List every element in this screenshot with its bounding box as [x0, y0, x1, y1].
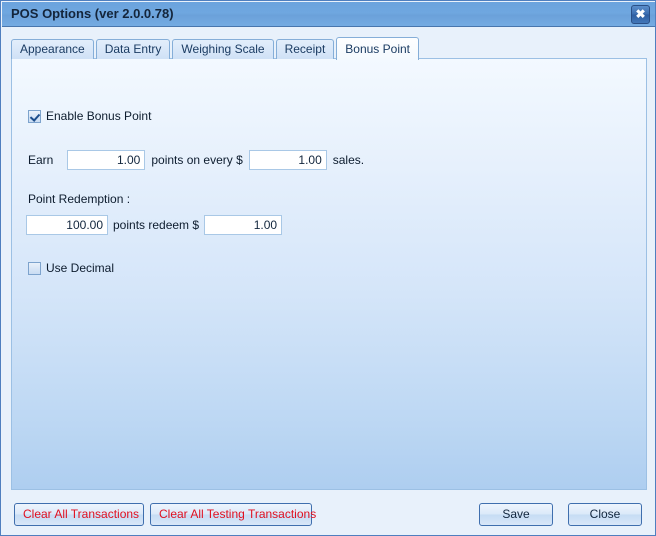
- enable-bonus-point-label: Enable Bonus Point: [46, 109, 152, 123]
- clear-all-testing-transactions-button[interactable]: Clear All Testing Transactions: [150, 503, 316, 526]
- points-redeem-label: points redeem $: [113, 218, 200, 232]
- tab-appearance[interactable]: Appearance: [11, 39, 94, 59]
- tab-strip: Appearance Data Entry Weighing Scale Rec…: [11, 37, 421, 60]
- redeem-amount-input[interactable]: [204, 215, 283, 235]
- tab-data-entry[interactable]: Data Entry: [95, 39, 171, 59]
- use-decimal-checkbox[interactable]: [28, 261, 41, 275]
- use-decimal-row[interactable]: Use Decimal: [28, 261, 114, 275]
- bonus-point-panel: Enable Bonus Point Earn points on every …: [11, 58, 647, 490]
- earn-points-input[interactable]: [67, 150, 146, 170]
- tab-weighing-scale[interactable]: Weighing Scale: [172, 39, 274, 59]
- enable-bonus-point-row[interactable]: Enable Bonus Point: [28, 109, 151, 123]
- point-redemption-title: Point Redemption :: [28, 192, 131, 206]
- point-redemption-row: points redeem $: [26, 215, 283, 235]
- window-body: Appearance Data Entry Weighing Scale Rec…: [2, 27, 655, 535]
- use-decimal-label: Use Decimal: [46, 261, 115, 275]
- title-bar: POS Options (ver 2.0.0.78) ✖: [2, 2, 655, 27]
- points-on-every-label: points on every $: [151, 153, 243, 167]
- redeem-points-input[interactable]: [26, 215, 108, 235]
- pos-options-window: POS Options (ver 2.0.0.78) ✖ Appearance …: [0, 0, 656, 536]
- close-icon[interactable]: ✖: [631, 5, 650, 24]
- footer-bar: Clear All Transactions Clear All Testing…: [2, 493, 655, 535]
- tab-bonus-point[interactable]: Bonus Point: [336, 37, 419, 60]
- earn-label: Earn: [28, 153, 54, 167]
- window-title: POS Options (ver 2.0.0.78): [11, 6, 174, 21]
- close-button[interactable]: Close: [568, 503, 642, 526]
- sales-label: sales.: [332, 153, 365, 167]
- tab-receipt[interactable]: Receipt: [275, 39, 335, 59]
- clear-all-transactions-button[interactable]: Clear All Transactions: [14, 503, 144, 526]
- earn-amount-input[interactable]: [248, 150, 327, 170]
- enable-bonus-point-checkbox[interactable]: [28, 109, 41, 123]
- earn-row: Earn points on every $ sales.: [28, 150, 370, 170]
- save-button[interactable]: Save: [479, 503, 553, 526]
